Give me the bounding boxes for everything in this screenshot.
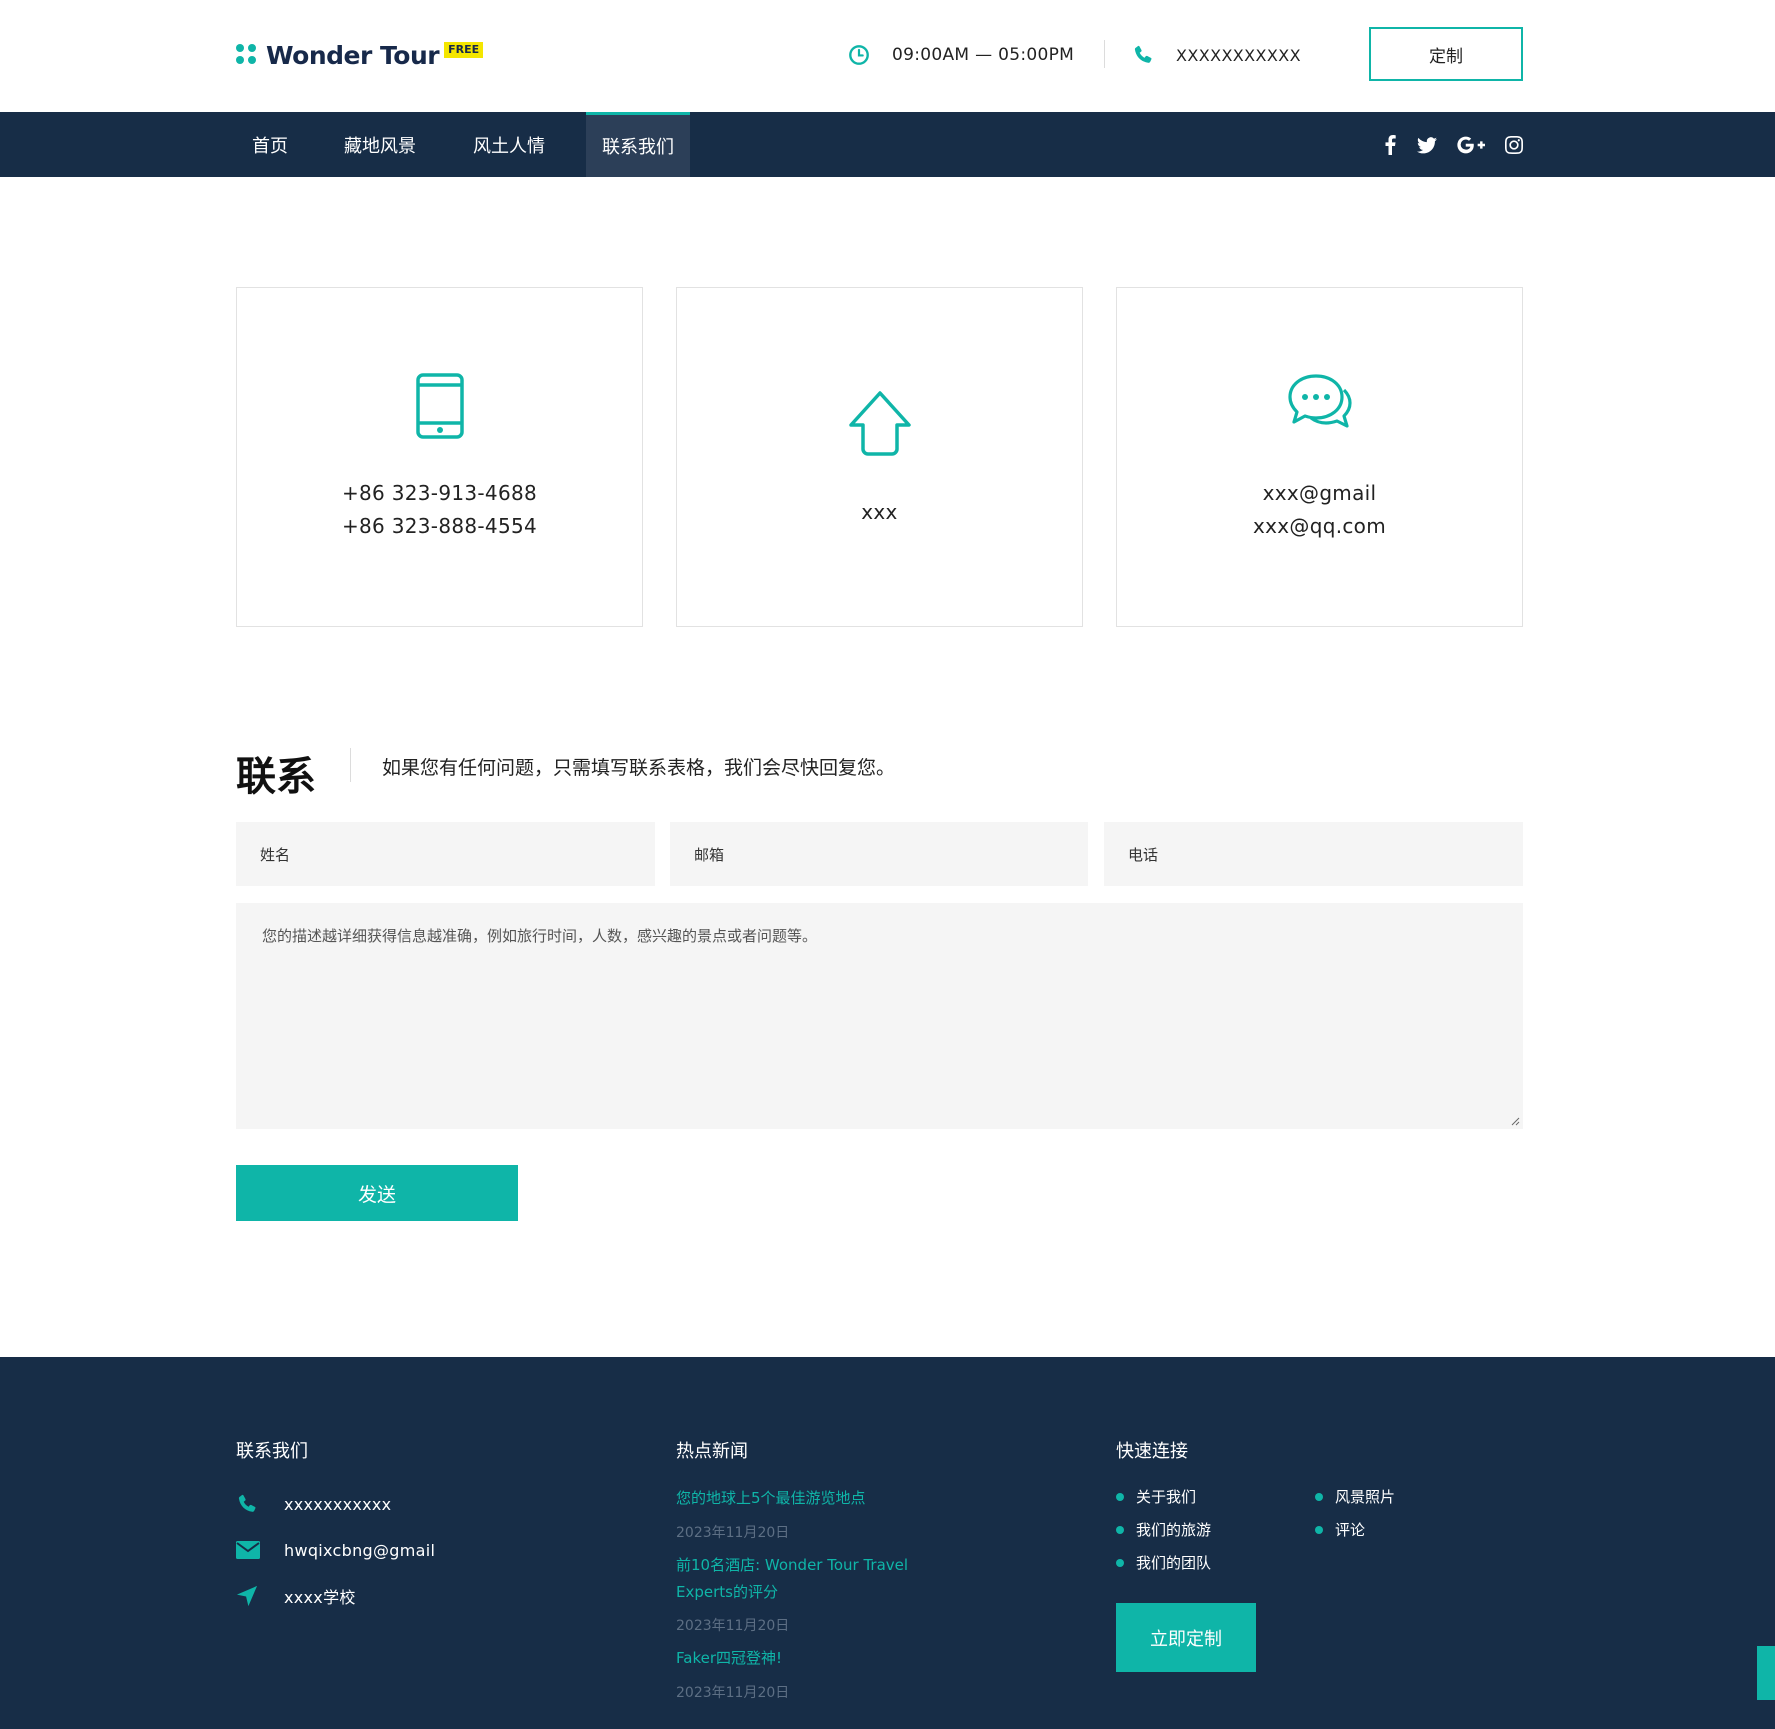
email-1: xxx@gmail [1262, 481, 1377, 505]
logo-text: Wonder Tour [266, 40, 440, 70]
site-logo[interactable]: Wonder Tour FREE [236, 38, 484, 72]
location-arrow-icon [236, 1585, 258, 1607]
book-now-button[interactable]: 立即定制 [1116, 1603, 1256, 1672]
message-placeholder: 您的描述越详细获得信息越准确，例如旅行时间，人数，感兴趣的景点或者问题等。 [262, 927, 818, 945]
send-button[interactable]: 发送 [236, 1165, 518, 1221]
instagram-icon[interactable] [1504, 134, 1524, 156]
header-divider [1104, 40, 1105, 68]
bullet-icon [1315, 1492, 1323, 1501]
quick-link-team[interactable]: 我们的团队 [1116, 1552, 1211, 1573]
news-date-2: 2023年11月20日 [676, 1618, 790, 1634]
form-title: 联系 [236, 754, 316, 800]
address-card: xxx [676, 287, 1083, 627]
phone-icon [1134, 45, 1152, 63]
footer-email: hwqixcbng@gmail [236, 1537, 435, 1563]
facebook-icon[interactable] [1381, 134, 1399, 156]
clock-icon [849, 45, 869, 65]
email-2: xxx@qq.com [1253, 514, 1386, 538]
nav-item-scenery[interactable]: 藏地风景 [344, 112, 416, 177]
custom-tour-button[interactable]: 定制 [1369, 27, 1523, 81]
logo-badge: FREE [444, 42, 484, 58]
footer-news-title: 热点新闻 [676, 1441, 748, 1462]
bullet-icon [1116, 1525, 1124, 1534]
address-text: xxx [861, 500, 898, 524]
footer-email-text: hwqixcbng@gmail [284, 1540, 436, 1560]
header-phone-text: XXXXXXXXXXX [1176, 45, 1301, 65]
tablet-icon [415, 373, 464, 439]
form-title-divider [350, 748, 351, 782]
quick-link-reviews[interactable]: 评论 [1315, 1519, 1365, 1540]
twitter-icon[interactable] [1416, 134, 1438, 156]
quick-link-tours[interactable]: 我们的旅游 [1116, 1519, 1211, 1540]
news-link-1[interactable]: 您的地球上5个最佳游览地点 [676, 1485, 866, 1512]
news-date-1: 2023年11月20日 [676, 1525, 790, 1541]
bullet-icon [1315, 1525, 1323, 1534]
back-to-top-button[interactable] [1757, 1646, 1775, 1700]
phone-number-2: +86 323-888-4554 [341, 514, 538, 538]
footer-links-title: 快速连接 [1116, 1441, 1188, 1462]
email-field[interactable]: 邮箱 [670, 822, 1088, 886]
chat-icon [1287, 374, 1352, 428]
resize-handle-icon[interactable] [1511, 1117, 1520, 1126]
business-hours: 09:00AM — 05:00PM [848, 40, 1074, 70]
hours-text: 09:00AM — 05:00PM [892, 45, 1075, 65]
phone-icon [238, 1494, 256, 1512]
news-link-2[interactable]: 前10名酒店: Wonder Tour Travel [676, 1552, 908, 1579]
email-card: xxx@gmail xxx@qq.com [1116, 287, 1523, 627]
footer-contact-title: 联系我们 [236, 1441, 308, 1462]
news-link-2-cont[interactable]: Experts的评分 [676, 1579, 778, 1606]
bullet-icon [1116, 1492, 1124, 1501]
quick-link-photos[interactable]: 风景照片 [1315, 1486, 1395, 1507]
footer: 联系我们 xxxxxxxxxxx hwqixcbng@gmail xxxx学校 … [0, 1357, 1775, 1729]
phone-card: +86 323-913-4688 +86 323-888-4554 [236, 287, 643, 627]
main-nav: 首页 藏地风景 风土人情 联系我们 [0, 112, 1775, 177]
nav-item-contact[interactable]: 联系我们 [586, 112, 690, 177]
news-link-3[interactable]: Faker四冠登神! [676, 1645, 782, 1672]
phone-field[interactable]: 电话 [1104, 822, 1523, 886]
google-plus-icon[interactable] [1456, 134, 1486, 156]
envelope-icon [236, 1541, 260, 1559]
form-description: 如果您有任何问题，只需填写联系表格，我们会尽快回复您。 [382, 757, 896, 779]
footer-phone: xxxxxxxxxxx [236, 1491, 391, 1517]
bullet-icon [1116, 1558, 1124, 1567]
nav-item-culture[interactable]: 风土人情 [473, 112, 545, 177]
footer-phone-text: xxxxxxxxxxx [284, 1494, 392, 1514]
logo-dots-icon [236, 44, 258, 66]
footer-address-text: xxxx学校 [284, 1588, 356, 1607]
header-phone: XXXXXXXXXXX [1132, 40, 1301, 70]
phone-number-1: +86 323-913-4688 [341, 481, 538, 505]
nav-item-home[interactable]: 首页 [252, 112, 288, 177]
quick-link-about[interactable]: 关于我们 [1116, 1486, 1196, 1507]
news-date-3: 2023年11月20日 [676, 1685, 790, 1701]
top-header: Wonder Tour FREE 09:00AM — 05:00PM XXXXX… [0, 0, 1775, 112]
message-textarea[interactable]: 您的描述越详细获得信息越准确，例如旅行时间，人数，感兴趣的景点或者问题等。 [236, 903, 1523, 1129]
home-icon [848, 391, 911, 456]
footer-address: xxxx学校 [236, 1583, 356, 1609]
name-field[interactable]: 姓名 [236, 822, 655, 886]
